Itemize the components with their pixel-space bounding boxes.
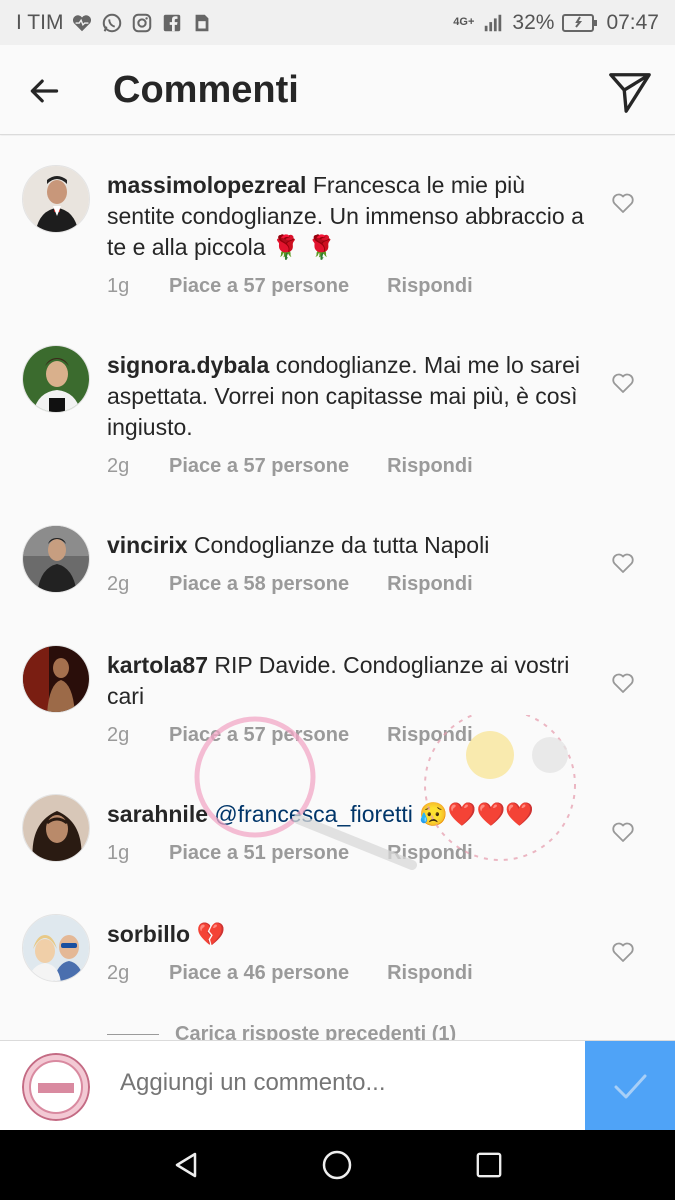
comment-body: 😥❤️❤️❤️ (419, 801, 534, 827)
nav-home-button[interactable] (315, 1143, 359, 1187)
comment-meta: 1g Piace a 51 persone Rispondi (107, 842, 473, 865)
clock: 07:47 (606, 10, 659, 34)
arrow-left-icon (30, 79, 59, 103)
heart-monitor-icon (71, 12, 93, 34)
comment-username[interactable]: sarahnile (107, 801, 208, 827)
like-button[interactable] (608, 668, 638, 698)
comment-meta: 2g Piace a 46 persone Rispondi (107, 962, 473, 985)
likes-link[interactable]: Piace a 51 persone (169, 842, 349, 865)
avatar[interactable] (22, 345, 90, 413)
mention-link[interactable]: @francesca_fioretti (214, 801, 413, 827)
status-bar-right: 4G+ 32% 07:47 (453, 11, 659, 35)
app-header: Commenti (0, 45, 675, 135)
comment-time: 2g (107, 573, 130, 595)
comment-time: 2g (107, 455, 130, 477)
avatar[interactable] (22, 165, 90, 233)
comment-meta: 2g Piace a 57 persone Rispondi (107, 724, 473, 747)
reply-button[interactable]: Rispondi (387, 455, 473, 478)
status-bar-left: I TIM (16, 11, 213, 35)
avatar[interactable] (22, 794, 90, 862)
comment-time: 2g (107, 724, 130, 746)
likes-link[interactable]: Piace a 46 persone (169, 962, 349, 985)
heart-icon (612, 673, 634, 693)
share-button[interactable] (605, 67, 655, 117)
comment-time: 1g (107, 275, 130, 297)
avatar[interactable] (22, 914, 90, 982)
square-recents-icon (476, 1152, 502, 1178)
likes-link[interactable]: Piace a 57 persone (169, 724, 349, 747)
likes-link[interactable]: Piace a 58 persone (169, 573, 349, 596)
heart-icon (612, 822, 634, 842)
reply-button[interactable]: Rispondi (387, 842, 473, 865)
comment-text: massimolopezreal Francesca le mie più se… (107, 170, 587, 263)
comment-username[interactable]: signora.dybala (107, 352, 269, 378)
comment-meta: 1g Piace a 57 persone Rispondi (107, 275, 473, 298)
likes-link[interactable]: Piace a 57 persone (169, 455, 349, 478)
comment-body: Condoglianze da tutta Napoli (193, 532, 490, 558)
comment-username[interactable]: massimolopezreal (107, 172, 306, 198)
comment-meta: 2g Piace a 58 persone Rispondi (107, 573, 473, 596)
instagram-icon (131, 12, 153, 34)
load-previous-label: Carica risposte precedenti (1) (175, 1023, 457, 1040)
comment-username[interactable]: sorbillo (107, 921, 190, 947)
my-avatar (22, 1053, 90, 1121)
comment-input[interactable] (120, 1069, 560, 1097)
divider-line (107, 1034, 159, 1035)
checkmark-icon (614, 1074, 647, 1099)
avatar[interactable] (22, 645, 90, 713)
comment-meta: 2g Piace a 57 persone Rispondi (107, 455, 473, 478)
comment-text: kartola87 RIP Davide. Condoglianze ai vo… (107, 650, 587, 712)
back-button[interactable] (22, 69, 66, 113)
heart-icon (612, 373, 634, 393)
reply-button[interactable]: Rispondi (387, 962, 473, 985)
page-title: Commenti (113, 69, 299, 111)
signal-icon (482, 12, 504, 34)
comment-username[interactable]: kartola87 (107, 652, 208, 678)
nav-recents-button[interactable] (467, 1143, 511, 1187)
circle-home-icon (323, 1150, 352, 1180)
nav-back-button[interactable] (164, 1143, 208, 1187)
comment-time: 2g (107, 962, 130, 984)
comment-body: 💔 (196, 921, 226, 947)
likes-link[interactable]: Piace a 57 persone (169, 275, 349, 298)
comment-text: signora.dybala condoglianze. Mai me lo s… (107, 350, 587, 443)
heart-icon (612, 553, 634, 573)
comment-text: sarahnile @francesca_fioretti 😥❤️❤️❤️ (107, 799, 587, 830)
avatar[interactable] (22, 525, 90, 593)
sim-card-icon (191, 12, 213, 34)
comment-time: 1g (107, 842, 130, 864)
load-previous-replies[interactable]: Carica risposte precedenti (1) (107, 1023, 456, 1040)
system-nav-bar (0, 1130, 675, 1200)
post-comment-button[interactable] (585, 1041, 675, 1131)
heart-icon (612, 942, 634, 962)
comment-composer (0, 1040, 675, 1131)
paper-plane-icon (609, 73, 651, 113)
comment-text: sorbillo 💔 (107, 919, 587, 950)
reply-button[interactable]: Rispondi (387, 275, 473, 298)
reply-button[interactable]: Rispondi (387, 573, 473, 596)
comment-username[interactable]: vincirix (107, 532, 188, 558)
facebook-icon (161, 12, 183, 34)
like-button[interactable] (608, 817, 638, 847)
status-bar: I TIM 4G+ 32% 07:47 (0, 0, 675, 45)
carrier-name: I TIM (16, 10, 64, 34)
like-button[interactable] (608, 368, 638, 398)
like-button[interactable] (608, 937, 638, 967)
like-button[interactable] (608, 188, 638, 218)
network-type: 4G+ (453, 16, 475, 28)
comment-text: vincirix Condoglianze da tutta Napoli (107, 530, 587, 561)
battery-percent: 32% (512, 10, 555, 34)
battery-icon (562, 12, 598, 34)
heart-icon (612, 193, 634, 213)
like-button[interactable] (608, 548, 638, 578)
comments-list: massimolopezreal Francesca le mie più se… (0, 136, 675, 1040)
triangle-back-icon (175, 1152, 197, 1178)
reply-button[interactable]: Rispondi (387, 724, 473, 747)
whatsapp-icon (101, 12, 123, 34)
